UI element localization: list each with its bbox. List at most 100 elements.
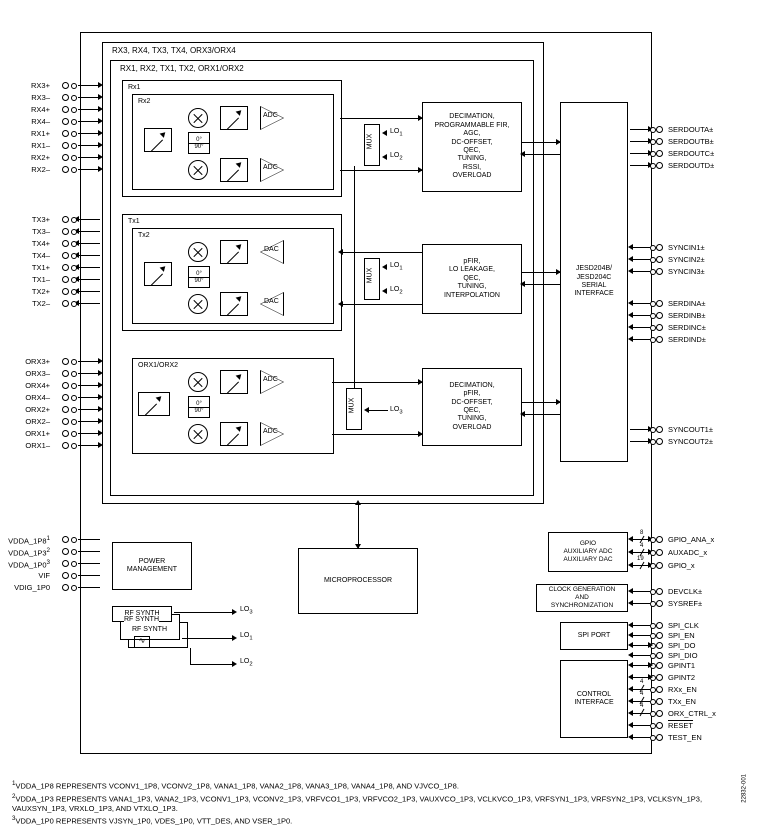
pin-label: VDDA_1P81 — [8, 535, 50, 546]
tx1-label: Tx1 — [128, 218, 140, 225]
pin-label: SYNCIN3± — [668, 267, 705, 276]
pin-label: TX1+ — [32, 263, 50, 272]
pin-label: VDDA_1P03 — [8, 559, 50, 570]
gpio-aux-block: GPIO AUXILIARY ADC AUXILIARY DAC — [548, 532, 628, 572]
pin-circle — [62, 240, 69, 247]
pin-label: TX2– — [32, 299, 50, 308]
pin-circle — [650, 550, 656, 556]
figure-id: 22832-001 — [742, 774, 748, 803]
tx-atten-icon — [144, 262, 172, 286]
pin-circle — [650, 687, 656, 693]
rx-filter-bot-icon — [220, 158, 248, 182]
pin-circle — [71, 561, 77, 567]
tx-lo1-label: LO1 — [390, 262, 403, 271]
pin-circle — [71, 359, 77, 365]
pin-label: TXx_EN — [668, 697, 696, 706]
pin-circle — [71, 395, 77, 401]
pin-circle — [656, 662, 663, 669]
orx-mixer-top-icon — [188, 372, 208, 392]
pin-circle — [62, 358, 69, 365]
rx-lo2-label: LO2 — [390, 152, 403, 161]
pin-label: TEST_EN — [668, 733, 702, 742]
pin-label: TX2+ — [32, 287, 50, 296]
pin-label: RX1– — [31, 141, 50, 150]
pin-circle — [62, 276, 69, 283]
pin-circle — [62, 584, 69, 591]
pin-circle — [650, 653, 656, 659]
pin-circle — [656, 734, 663, 741]
lo-routing-line — [354, 166, 355, 388]
tx-dac-top-label: DAC — [264, 246, 279, 253]
pin-circle — [656, 324, 663, 331]
rx-mixer-bot-icon — [188, 160, 208, 180]
pin-circle — [71, 277, 77, 283]
pin-label: SPI_DO — [668, 641, 696, 650]
pin-label: RX2+ — [31, 153, 50, 162]
pin-circle — [656, 549, 663, 556]
pin-circle — [650, 699, 656, 705]
pin-label: ORX1– — [25, 441, 50, 450]
pin-circle — [62, 216, 69, 223]
tx2-label: Tx2 — [138, 232, 150, 239]
control-interface-block: CONTROL INTERFACE — [560, 660, 628, 738]
pin-circle — [656, 426, 663, 433]
pin-circle — [650, 623, 656, 629]
pin-circle — [656, 698, 663, 705]
pin-circle — [650, 325, 656, 331]
orx-lo3-label: LO3 — [390, 406, 403, 415]
pin-label: DEVCLK± — [668, 587, 702, 596]
orx-dsp-block: DECIMATION, pFIR, DC-OFFSET, QEC, TUNING… — [422, 368, 522, 446]
pin-circle — [71, 573, 77, 579]
outer-group-label: RX3, RX4, TX3, TX4, ORX3/ORX4 — [112, 46, 236, 55]
pin-label: VDIG_1P0 — [14, 583, 50, 592]
pin-circle — [650, 439, 656, 445]
pin-label: SERDOUTA± — [668, 125, 713, 134]
pin-label: SYNCOUT1± — [668, 425, 713, 434]
pin-label: SERDINA± — [668, 299, 705, 308]
pin-label: SERDOUTB± — [668, 137, 714, 146]
pin-label: SPI_CLK — [668, 621, 699, 630]
footnotes: 1VDDA_1P8 REPRESENTS VCONV1_1P8, VCONV2_… — [12, 780, 748, 826]
pin-circle — [71, 119, 77, 125]
pin-label: ORX3+ — [25, 357, 50, 366]
pin-circle — [62, 288, 69, 295]
tx-phase-icon: 0°90° — [188, 266, 210, 288]
pin-circle — [71, 253, 77, 259]
pin-label: RESET — [668, 721, 693, 730]
pin-circle — [62, 166, 69, 173]
pin-circle — [62, 430, 69, 437]
pin-label: RX3– — [31, 93, 50, 102]
pin-circle — [62, 264, 69, 271]
pin-circle — [71, 241, 77, 247]
rx-mixer-top-icon — [188, 108, 208, 128]
pin-circle — [71, 229, 77, 235]
orx-mux-label: MUX — [348, 398, 355, 414]
pin-circle — [62, 406, 69, 413]
tx-dsp-block: pFIR, LO LEAKAGE, QEC, TUNING, INTERPOLA… — [422, 244, 522, 314]
pin-circle — [650, 313, 656, 319]
orx-label: ORX1/ORX2 — [138, 362, 178, 369]
pin-circle — [62, 442, 69, 449]
pin-circle — [71, 419, 77, 425]
pin-label: TX4+ — [32, 239, 50, 248]
pin-circle — [650, 537, 656, 543]
power-management-block: POWER MANAGEMENT — [112, 542, 192, 590]
rx-phase-icon: 0°90° — [188, 132, 210, 154]
pin-circle — [650, 301, 656, 307]
pin-circle — [62, 536, 69, 543]
pin-circle — [62, 106, 69, 113]
pin-circle — [650, 633, 656, 639]
pin-label: AUXADC_x — [668, 548, 707, 557]
pin-circle — [71, 167, 77, 173]
orx-adc-top-label: ADC — [263, 376, 278, 383]
pin-circle — [71, 371, 77, 377]
pin-circle — [650, 427, 656, 433]
pin-circle — [656, 588, 663, 595]
orx-adc-bot-label: ADC — [263, 428, 278, 435]
pin-circle — [71, 217, 77, 223]
rx-mux-label: MUX — [366, 134, 373, 150]
rx-filter-top-icon — [220, 106, 248, 130]
pin-label: ORX2+ — [25, 405, 50, 414]
pin-circle — [656, 300, 663, 307]
pin-circle — [656, 336, 663, 343]
